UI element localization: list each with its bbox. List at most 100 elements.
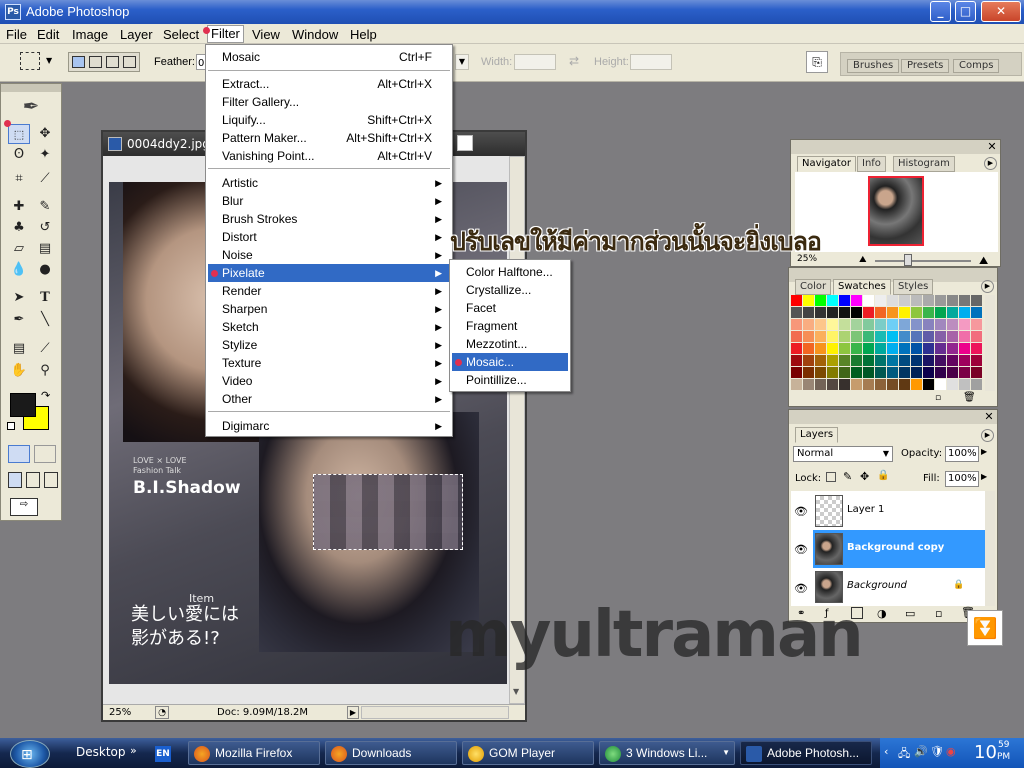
- color-swatch[interactable]: [959, 295, 970, 306]
- status-arrow-icon[interactable]: ▶: [347, 706, 359, 719]
- color-swatch[interactable]: [791, 355, 802, 366]
- menu-filter[interactable]: Filter: [207, 25, 244, 43]
- menu-item-brush-strokes[interactable]: Brush Strokes ▶: [208, 210, 450, 228]
- color-swatch[interactable]: [839, 343, 850, 354]
- color-swatch[interactable]: [899, 319, 910, 330]
- lock-image-icon[interactable]: ✎: [843, 470, 852, 483]
- color-swatch[interactable]: [851, 379, 862, 390]
- fill-input[interactable]: 100%: [945, 471, 979, 487]
- color-swatch[interactable]: [935, 379, 946, 390]
- crop-tool-icon[interactable]: ⌗: [8, 169, 30, 189]
- color-swatch[interactable]: [887, 295, 898, 306]
- lasso-tool-icon[interactable]: ʘ: [8, 145, 30, 165]
- clone-stamp-icon[interactable]: ♣: [8, 218, 30, 238]
- color-swatch[interactable]: [971, 355, 982, 366]
- color-swatch[interactable]: [839, 355, 850, 366]
- swap-icon[interactable]: ⇄: [569, 54, 579, 68]
- menu-item-stylize[interactable]: Stylize ▶: [208, 336, 450, 354]
- color-swatch[interactable]: [827, 367, 838, 378]
- color-swatch[interactable]: [863, 319, 874, 330]
- selection-mode-group[interactable]: [68, 52, 140, 72]
- security-icon[interactable]: 🛡: [930, 745, 944, 758]
- style-dropdown[interactable]: ▼: [455, 54, 469, 70]
- color-swatch[interactable]: [887, 379, 898, 390]
- color-swatch[interactable]: [875, 331, 886, 342]
- color-swatch[interactable]: [911, 331, 922, 342]
- color-swatch[interactable]: [947, 343, 958, 354]
- taskbar-button-firefox[interactable]: Mozilla Firefox: [188, 741, 320, 765]
- clock-hour[interactable]: 10: [974, 742, 997, 763]
- color-swatch[interactable]: [863, 367, 874, 378]
- color-swatch[interactable]: [863, 331, 874, 342]
- color-swatch[interactable]: [923, 379, 934, 390]
- menu-item-blur[interactable]: Blur ▶: [208, 192, 450, 210]
- color-swatch[interactable]: [815, 367, 826, 378]
- swatch-scrollbar[interactable]: [985, 295, 995, 391]
- double-down-arrow-icon[interactable]: ⏬: [967, 610, 1003, 646]
- taskbar-button-windows-live[interactable]: 3 Windows Li... ▼: [599, 741, 735, 765]
- color-swatch[interactable]: [827, 331, 838, 342]
- color-swatch[interactable]: [971, 295, 982, 306]
- color-swatch[interactable]: [803, 307, 814, 318]
- zoom-out-icon[interactable]: ⛰: [859, 255, 867, 265]
- color-swatch[interactable]: [839, 331, 850, 342]
- panel-menu-icon[interactable]: ▶: [984, 157, 997, 170]
- add-selection-icon[interactable]: [89, 56, 102, 68]
- color-swatch[interactable]: [935, 355, 946, 366]
- default-colors-icon[interactable]: [7, 422, 15, 430]
- color-swatch[interactable]: [839, 319, 850, 330]
- tab-info[interactable]: Info: [857, 156, 886, 172]
- gradient-tool-icon[interactable]: ▤: [34, 239, 56, 259]
- color-swatch[interactable]: [899, 379, 910, 390]
- menu-item-liquify[interactable]: Liquify... Shift+Ctrl+X: [208, 111, 450, 129]
- color-swatch[interactable]: [923, 331, 934, 342]
- color-swatch[interactable]: [815, 319, 826, 330]
- color-swatch[interactable]: [887, 367, 898, 378]
- color-swatch[interactable]: [923, 295, 934, 306]
- menu-item-other[interactable]: Other ▶: [208, 390, 450, 408]
- color-swatch[interactable]: [839, 379, 850, 390]
- taskbar-button-downloads[interactable]: Downloads: [325, 741, 457, 765]
- color-swatch[interactable]: [899, 355, 910, 366]
- color-swatch[interactable]: [791, 295, 802, 306]
- standard-mode-icon[interactable]: [8, 445, 30, 463]
- lock-position-icon[interactable]: ✥: [860, 470, 869, 483]
- slice-tool-icon[interactable]: ⟋: [34, 169, 56, 189]
- color-swatch[interactable]: [851, 331, 862, 342]
- window-title-bar[interactable]: Ps Adobe Photoshop _ □ ✕: [0, 0, 1024, 24]
- tab-layers[interactable]: Layers: [795, 427, 839, 443]
- color-swatch[interactable]: [935, 331, 946, 342]
- pen-tool-icon[interactable]: ✒: [8, 310, 30, 330]
- media-icon[interactable]: ◉: [946, 745, 956, 758]
- color-swatch[interactable]: [851, 295, 862, 306]
- tab-color[interactable]: Color: [795, 279, 832, 295]
- quick-mask-icon[interactable]: [34, 445, 56, 463]
- menu-item-sharpen[interactable]: Sharpen ▶: [208, 300, 450, 318]
- color-swatch[interactable]: [899, 343, 910, 354]
- color-swatch[interactable]: [827, 355, 838, 366]
- rectangular-marquee-icon[interactable]: ⬚: [8, 124, 30, 144]
- network-icon[interactable]: 🖧: [898, 745, 910, 764]
- dodge-tool-icon[interactable]: ●: [34, 260, 56, 280]
- new-layer-icon[interactable]: ▫: [935, 607, 942, 620]
- adjustment-layer-icon[interactable]: ◑: [877, 607, 887, 620]
- color-swatch[interactable]: [875, 355, 886, 366]
- menu-file[interactable]: File: [6, 27, 27, 42]
- fill-arrow-icon[interactable]: ▶: [981, 472, 987, 481]
- menu-item-video[interactable]: Video ▶: [208, 372, 450, 390]
- color-swatch[interactable]: [911, 343, 922, 354]
- color-swatch[interactable]: [911, 307, 922, 318]
- color-swatch[interactable]: [911, 379, 922, 390]
- tab-styles[interactable]: Styles: [893, 279, 934, 295]
- color-swatch[interactable]: [839, 295, 850, 306]
- blur-tool-icon[interactable]: 💧: [8, 260, 30, 280]
- menu-select[interactable]: Select: [163, 27, 199, 42]
- menu-item-vanishing-point[interactable]: Vanishing Point... Alt+Ctrl+V: [208, 147, 450, 165]
- jump-to-imageready-icon[interactable]: ⇨: [10, 498, 38, 516]
- eye-icon[interactable]: 👁: [793, 543, 809, 556]
- menu-help[interactable]: Help: [350, 27, 377, 42]
- color-swatch[interactable]: [863, 355, 874, 366]
- color-swatch[interactable]: [959, 379, 970, 390]
- move-tool-icon[interactable]: ✥: [34, 124, 56, 144]
- menu-item-crystallize[interactable]: Crystallize...: [452, 281, 568, 299]
